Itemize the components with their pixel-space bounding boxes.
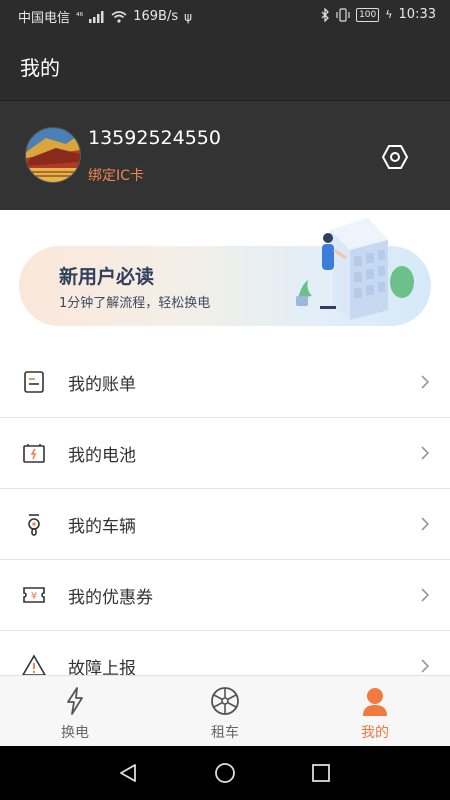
menu-item-vehicle[interactable]: 我的车辆 <box>0 489 450 560</box>
menu-item-bill[interactable]: 我的账单 <box>0 347 450 418</box>
back-icon[interactable] <box>117 762 139 784</box>
carrier-label: 中国电信 <box>18 11 71 26</box>
svg-text:¥: ¥ <box>31 591 37 602</box>
network-speed: 169B/s <box>133 9 179 24</box>
settings-icon[interactable] <box>382 144 408 170</box>
system-nav-bar <box>0 746 450 800</box>
banner-title: 新用户必读 <box>59 266 155 288</box>
bluetooth-icon <box>321 7 329 22</box>
user-phone: 13592524550 <box>88 127 221 149</box>
chevron-right-icon <box>421 446 430 460</box>
page-title: 我的 <box>20 56 60 80</box>
wifi-icon <box>111 10 127 23</box>
usb-icon: ψ <box>184 9 193 24</box>
menu-list: 我的账单 我的电池 我的车辆 ¥ 我的优惠券 故障上报 <box>0 347 450 702</box>
bill-icon <box>24 371 44 393</box>
charging-icon: ϟ <box>385 8 393 21</box>
network-type: ⁴⁶ <box>76 11 84 22</box>
user-icon <box>363 688 387 716</box>
home-icon[interactable] <box>214 762 236 784</box>
recents-icon[interactable] <box>310 762 332 784</box>
tab-mine[interactable]: 我的 <box>320 676 430 747</box>
tab-label: 租车 <box>211 725 239 741</box>
chevron-right-icon <box>421 517 430 531</box>
bind-ic-card-link[interactable]: 绑定IC卡 <box>88 165 144 185</box>
menu-item-battery[interactable]: 我的电池 <box>0 418 450 489</box>
battery-icon: 100 <box>356 7 380 22</box>
tab-rent-vehicle[interactable]: 租车 <box>170 676 280 747</box>
bottom-tab-bar: 换电 租车 我的 <box>0 675 450 747</box>
coupon-icon: ¥ <box>23 587 45 603</box>
vibrate-icon <box>336 7 350 22</box>
banner-subtitle: 1分钟了解流程，轻松换电 <box>59 296 211 311</box>
tab-label: 我的 <box>361 725 389 741</box>
avatar[interactable] <box>25 127 81 183</box>
chevron-right-icon <box>421 659 430 673</box>
menu-item-label: 我的电池 <box>68 446 136 466</box>
scooter-icon <box>28 514 40 536</box>
status-time: 10:33 <box>398 7 436 22</box>
status-bar: 中国电信 ⁴⁶ 169B/s ψ 100 ϟ 10:33 <box>0 0 450 32</box>
profile-section: 13592524550 绑定IC卡 <box>0 101 450 210</box>
chevron-right-icon <box>421 375 430 389</box>
app-header: 我的 <box>0 32 450 101</box>
signal-icon <box>89 10 104 23</box>
menu-item-label: 我的优惠券 <box>68 588 153 608</box>
battery-icon <box>23 444 45 463</box>
tab-swap-battery[interactable]: 换电 <box>20 676 130 747</box>
menu-item-coupon[interactable]: ¥ 我的优惠券 <box>0 560 450 631</box>
chevron-right-icon <box>421 588 430 602</box>
lightning-icon <box>67 687 83 715</box>
menu-item-label: 我的车辆 <box>68 517 136 537</box>
tab-label: 换电 <box>61 725 89 741</box>
menu-item-label: 我的账单 <box>68 375 136 395</box>
wheel-icon <box>211 687 239 715</box>
battery-cabinet-illustration <box>296 218 414 320</box>
